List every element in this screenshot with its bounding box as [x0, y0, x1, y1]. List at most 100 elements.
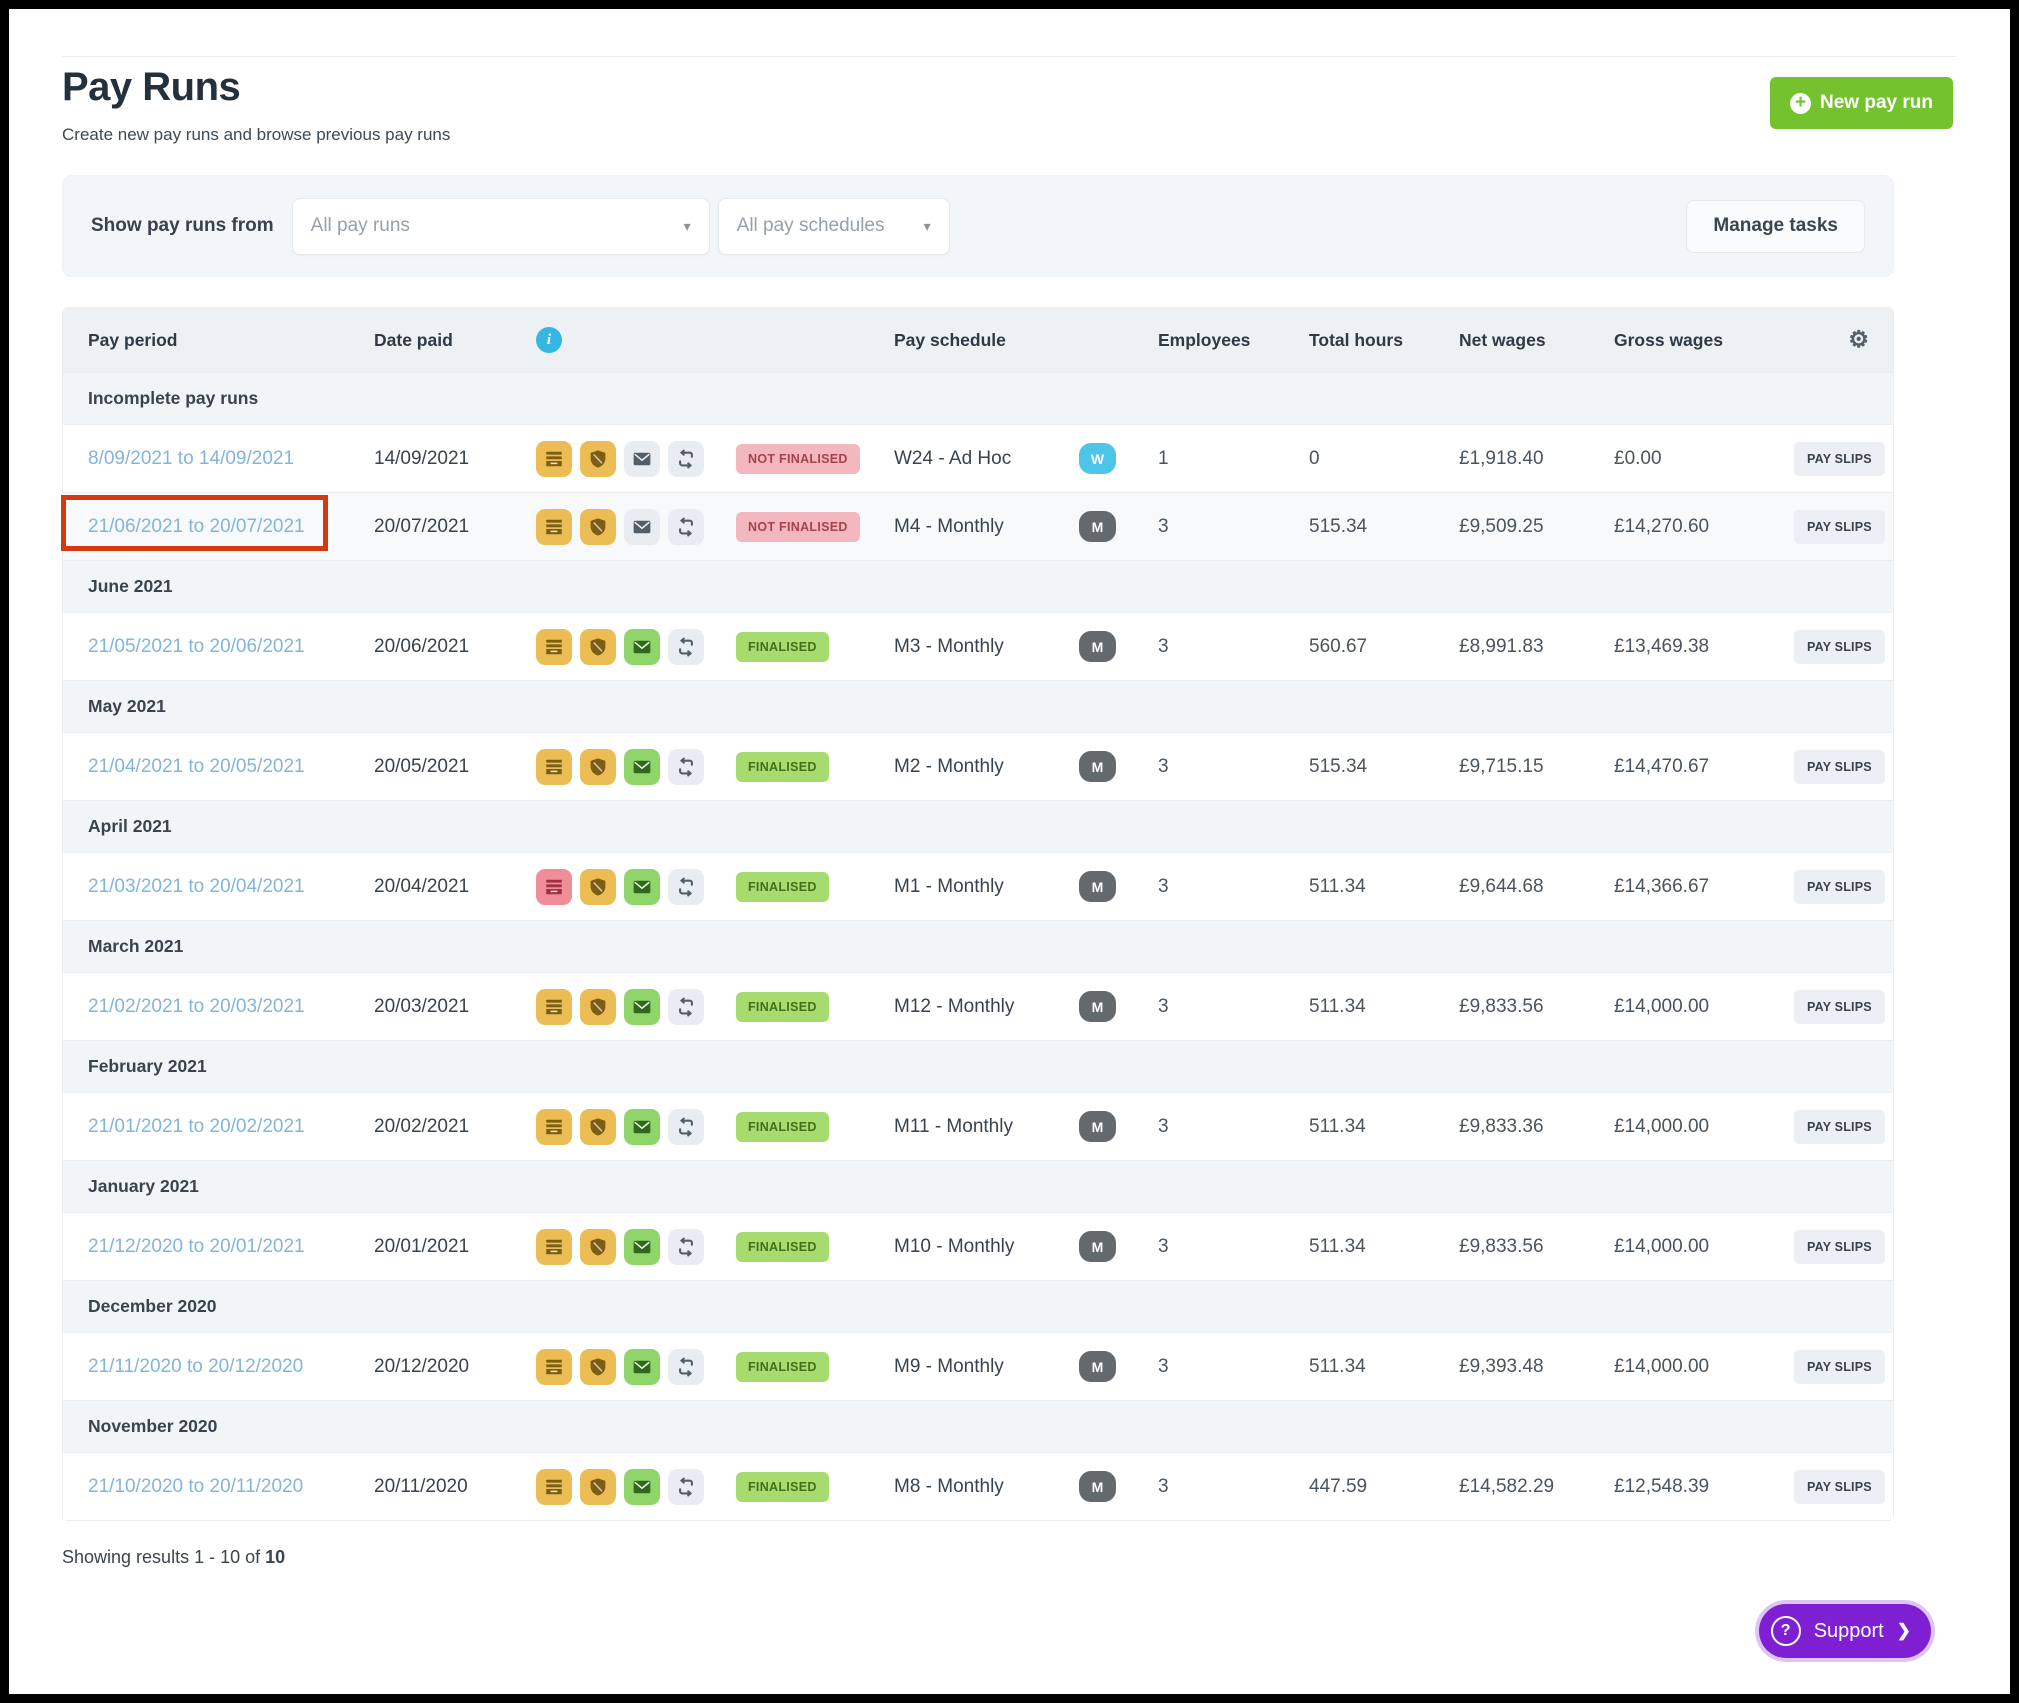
- employees-value: 3: [1158, 516, 1309, 538]
- journal-icon[interactable]: [536, 1229, 572, 1265]
- pay-slips-button[interactable]: PAY SLIPS: [1794, 1350, 1885, 1384]
- pay-run-row: 21/03/2021 to 20/04/2021 20/04/2021 FINA…: [63, 852, 1893, 920]
- journal-icon[interactable]: [536, 509, 572, 545]
- pay-slips-button[interactable]: PAY SLIPS: [1794, 990, 1885, 1024]
- pay-period-link[interactable]: 21/12/2020 to 20/01/2021: [88, 1236, 305, 1257]
- settings-gear-icon[interactable]: ⚙: [1848, 326, 1869, 352]
- pay-period-link[interactable]: 21/03/2021 to 20/04/2021: [88, 876, 305, 897]
- pay-period-link[interactable]: 21/06/2021 to 20/07/2021: [88, 516, 305, 537]
- pay-period-link[interactable]: 21/04/2021 to 20/05/2021: [88, 756, 305, 777]
- refresh-icon[interactable]: [668, 1229, 704, 1265]
- section-label: June 2021: [88, 576, 173, 597]
- refresh-icon[interactable]: [668, 509, 704, 545]
- pay-runs-table: Pay period Date paid i Pay schedule Empl…: [62, 307, 1894, 1521]
- refresh-icon[interactable]: [668, 1469, 704, 1505]
- envelope-icon[interactable]: [624, 1229, 660, 1265]
- section-header-row: November 2020: [63, 1400, 1893, 1452]
- employees-value: 3: [1158, 756, 1309, 778]
- new-pay-run-button[interactable]: + New pay run: [1770, 77, 1953, 129]
- pay-schedule-value: M9 - Monthly: [894, 1356, 1079, 1378]
- refresh-icon[interactable]: [668, 1109, 704, 1145]
- journal-icon[interactable]: [536, 441, 572, 477]
- envelope-icon[interactable]: [624, 1349, 660, 1385]
- pay-period-link[interactable]: 21/02/2021 to 20/03/2021: [88, 996, 305, 1017]
- pay-schedule-value: W24 - Ad Hoc: [894, 448, 1079, 470]
- date-paid-value: 20/12/2020: [374, 1356, 536, 1378]
- shield-icon[interactable]: [580, 509, 616, 545]
- pay-period-link[interactable]: 21/01/2021 to 20/02/2021: [88, 1116, 305, 1137]
- shield-icon[interactable]: [580, 1109, 616, 1145]
- pay-period-link[interactable]: 21/11/2020 to 20/12/2020: [88, 1356, 303, 1377]
- date-paid-value: 20/03/2021: [374, 996, 536, 1018]
- shield-icon[interactable]: [580, 629, 616, 665]
- info-icon[interactable]: i: [536, 327, 562, 353]
- section-label: February 2021: [88, 1056, 207, 1077]
- journal-icon[interactable]: [536, 989, 572, 1025]
- journal-icon[interactable]: [536, 1349, 572, 1385]
- date-paid-value: 20/01/2021: [374, 1236, 536, 1258]
- journal-icon[interactable]: [536, 1109, 572, 1145]
- pay-schedules-filter-dropdown[interactable]: All pay schedules ▾: [718, 198, 950, 255]
- pay-schedules-filter-value: All pay schedules: [737, 215, 885, 237]
- net-wages-value: £9,833.36: [1459, 1116, 1614, 1138]
- refresh-icon[interactable]: [668, 441, 704, 477]
- pay-slips-button[interactable]: PAY SLIPS: [1794, 870, 1885, 904]
- shield-icon[interactable]: [580, 749, 616, 785]
- total-hours-value: 511.34: [1309, 876, 1459, 898]
- frequency-badge: M: [1079, 751, 1116, 782]
- envelope-icon[interactable]: [624, 1109, 660, 1145]
- shield-icon[interactable]: [580, 441, 616, 477]
- journal-icon[interactable]: [536, 629, 572, 665]
- pay-slips-button[interactable]: PAY SLIPS: [1794, 1230, 1885, 1264]
- pay-period-link[interactable]: 21/10/2020 to 20/11/2020: [88, 1476, 303, 1497]
- pay-slips-button[interactable]: PAY SLIPS: [1794, 630, 1885, 664]
- section-header-row: January 2021: [63, 1160, 1893, 1212]
- total-hours-value: 511.34: [1309, 1116, 1459, 1138]
- envelope-icon[interactable]: [624, 629, 660, 665]
- journal-icon[interactable]: [536, 869, 572, 905]
- envelope-icon[interactable]: [624, 509, 660, 545]
- support-button[interactable]: ? Support ❯: [1759, 1604, 1931, 1658]
- page-header: Pay Runs Create new pay runs and browse …: [62, 57, 1957, 145]
- pay-period-link[interactable]: 21/05/2021 to 20/06/2021: [88, 636, 305, 657]
- status-badge: FINALISED: [736, 752, 829, 782]
- envelope-icon[interactable]: [624, 989, 660, 1025]
- envelope-icon[interactable]: [624, 441, 660, 477]
- shield-icon[interactable]: [580, 1229, 616, 1265]
- pay-slips-button[interactable]: PAY SLIPS: [1794, 1470, 1885, 1504]
- pay-run-row: 21/06/2021 to 20/07/2021 20/07/2021 NOT …: [63, 492, 1893, 560]
- refresh-icon[interactable]: [668, 989, 704, 1025]
- shield-icon[interactable]: [580, 1349, 616, 1385]
- journal-icon[interactable]: [536, 1469, 572, 1505]
- net-wages-value: £1,918.40: [1459, 448, 1614, 470]
- shield-icon[interactable]: [580, 869, 616, 905]
- refresh-icon[interactable]: [668, 869, 704, 905]
- envelope-icon[interactable]: [624, 1469, 660, 1505]
- net-wages-value: £14,582.29: [1459, 1476, 1614, 1498]
- pay-runs-filter-value: All pay runs: [311, 215, 410, 237]
- section-label: January 2021: [88, 1176, 199, 1197]
- pay-slips-button[interactable]: PAY SLIPS: [1794, 510, 1885, 544]
- refresh-icon[interactable]: [668, 749, 704, 785]
- pay-runs-filter-dropdown[interactable]: All pay runs ▾: [292, 198, 710, 255]
- results-prefix: Showing results 1 - 10 of: [62, 1547, 265, 1567]
- status-badge: NOT FINALISED: [736, 512, 860, 542]
- refresh-icon[interactable]: [668, 1349, 704, 1385]
- pay-schedule-value: M1 - Monthly: [894, 876, 1079, 898]
- section-header-row: April 2021: [63, 800, 1893, 852]
- manage-tasks-button[interactable]: Manage tasks: [1686, 200, 1865, 253]
- envelope-icon[interactable]: [624, 749, 660, 785]
- pay-slips-button[interactable]: PAY SLIPS: [1794, 750, 1885, 784]
- shield-icon[interactable]: [580, 1469, 616, 1505]
- envelope-icon[interactable]: [624, 869, 660, 905]
- frequency-badge: M: [1079, 1111, 1116, 1142]
- pay-slips-button[interactable]: PAY SLIPS: [1794, 442, 1885, 476]
- refresh-icon[interactable]: [668, 629, 704, 665]
- pay-run-row: 21/11/2020 to 20/12/2020 20/12/2020 FINA…: [63, 1332, 1893, 1400]
- journal-icon[interactable]: [536, 749, 572, 785]
- total-hours-value: 511.34: [1309, 1356, 1459, 1378]
- shield-icon[interactable]: [580, 989, 616, 1025]
- pay-slips-button[interactable]: PAY SLIPS: [1794, 1110, 1885, 1144]
- pay-period-link[interactable]: 8/09/2021 to 14/09/2021: [88, 448, 294, 469]
- employees-value: 1: [1158, 448, 1309, 470]
